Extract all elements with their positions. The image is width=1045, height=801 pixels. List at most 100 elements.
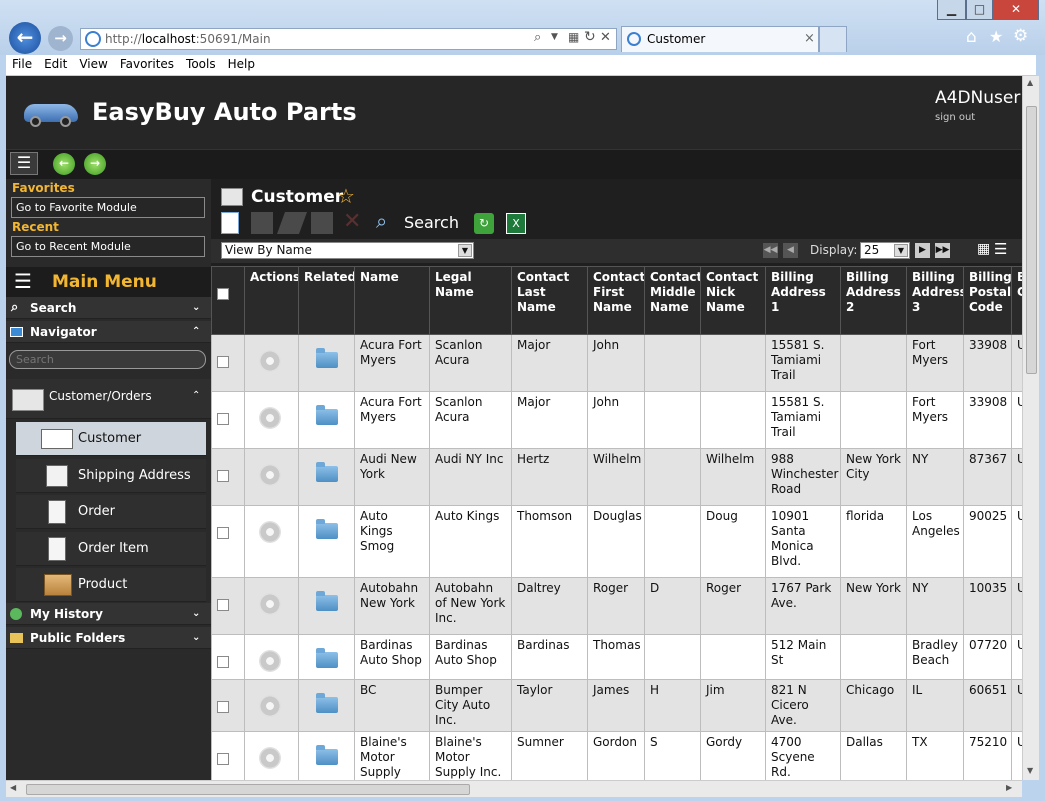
sidebar-public-folders-section[interactable]: Public Folders ⌄ <box>6 627 211 649</box>
actions-gear-icon[interactable] <box>259 407 281 429</box>
related-folder-icon[interactable] <box>316 405 338 425</box>
compatibility-icon[interactable]: ▦ <box>568 30 579 44</box>
row-checkbox[interactable] <box>217 470 229 482</box>
row-checkbox[interactable] <box>217 701 229 713</box>
sidebar-item-order-item[interactable]: Order Item <box>16 532 206 566</box>
dropdown-arrow-icon[interactable]: ▼ <box>458 244 472 257</box>
table-row[interactable]: Audi New York Audi NY Inc Hertz Wilhelm Wilh… <box>211 448 1022 506</box>
scroll-down-arrow-icon[interactable]: ▼ <box>1027 766 1033 775</box>
tools-gear-icon[interactable]: ⚙ <box>1013 26 1028 46</box>
actions-gear-icon[interactable] <box>259 521 281 543</box>
column-header[interactable]: Billing Address 3 <box>906 266 964 335</box>
actions-gear-icon[interactable] <box>259 350 281 372</box>
nav-back-icon[interactable]: ← <box>53 153 75 175</box>
excel-export-icon[interactable]: X <box>506 213 526 234</box>
table-row[interactable]: Bardinas Auto Shop Bardinas Auto Shop Bard… <box>211 634 1022 680</box>
actions-gear-icon[interactable] <box>259 593 281 615</box>
navigator-search-input[interactable] <box>9 350 206 369</box>
view-select[interactable]: View By Name ▼ <box>221 242 474 259</box>
related-folder-icon[interactable] <box>316 348 338 368</box>
column-header[interactable]: Name <box>354 266 430 335</box>
vertical-scrollbar[interactable]: ▲ ▼ <box>1022 76 1039 780</box>
nav-forward-icon[interactable]: → <box>84 153 106 175</box>
menu-view[interactable]: View <box>73 55 113 73</box>
favorite-star-icon[interactable]: ☆ <box>337 184 355 208</box>
close-window-button[interactable]: ✕ <box>993 0 1039 20</box>
minimize-button[interactable]: ▁ <box>937 0 966 20</box>
new-tab-button[interactable] <box>819 26 847 52</box>
first-page-icon[interactable]: ◀◀ <box>763 243 778 258</box>
column-header[interactable]: Billing Address 2 <box>840 266 907 335</box>
table-row[interactable]: Acura Fort Myers Scanlon Acura Major John 15… <box>211 334 1022 392</box>
dropdown-arrow-icon[interactable]: ▼ <box>894 244 908 257</box>
menu-favorites[interactable]: Favorites <box>114 55 180 73</box>
related-folder-icon[interactable] <box>316 745 338 765</box>
sidebar-item-shipping-address[interactable]: Shipping Address <box>16 459 206 493</box>
tab-close-icon[interactable]: × <box>804 31 815 46</box>
related-folder-icon[interactable] <box>316 591 338 611</box>
actions-gear-icon[interactable] <box>259 650 281 672</box>
hamburger-menu-icon[interactable]: ☰ <box>10 152 38 175</box>
main-menu-header[interactable]: ☰ Main Menu <box>6 267 211 297</box>
column-header[interactable]: Related <box>298 266 355 335</box>
actions-gear-icon[interactable] <box>259 747 281 769</box>
recent-module-select[interactable]: Go to Recent Module <box>11 236 205 257</box>
menu-edit[interactable]: Edit <box>38 55 73 73</box>
scroll-up-arrow-icon[interactable]: ▲ <box>1027 78 1033 87</box>
column-header[interactable]: Contact Middle Name <box>644 266 701 335</box>
menu-file[interactable]: File <box>6 55 38 73</box>
forward-button[interactable]: → <box>48 26 73 51</box>
sidebar-navigator-section[interactable]: Navigator ⌃ <box>6 321 211 343</box>
table-row[interactable]: Blaine's Motor Supply Blaine's Motor Supp… <box>211 731 1022 780</box>
column-header[interactable]: Contact Nick Name <box>700 266 766 335</box>
display-count-select[interactable]: 25 ▼ <box>860 242 910 259</box>
related-folder-icon[interactable] <box>316 462 338 482</box>
related-folder-icon[interactable] <box>316 693 338 713</box>
column-header[interactable]: Contact Last Name <box>511 266 588 335</box>
search-magnifier-icon[interactable]: ⌕ <box>376 209 387 233</box>
column-header[interactable]: Contact First Name <box>587 266 645 335</box>
select-all-checkbox[interactable] <box>217 288 229 300</box>
sidebar-item-order[interactable]: Order <box>16 495 206 529</box>
sign-out-link[interactable]: sign out <box>935 112 975 123</box>
related-folder-icon[interactable] <box>316 519 338 539</box>
menu-help[interactable]: Help <box>222 55 261 73</box>
row-checkbox[interactable] <box>217 599 229 611</box>
refresh-icon[interactable]: ↻ <box>474 213 494 234</box>
actions-gear-icon[interactable] <box>259 464 281 486</box>
vertical-scroll-thumb[interactable] <box>1026 106 1037 374</box>
refresh-icon[interactable]: ↻ <box>584 29 596 45</box>
column-header[interactable]: Billing Address 1 <box>765 266 841 335</box>
table-row[interactable]: Acura Fort Myers Scanlon Acura Major John 15… <box>211 391 1022 449</box>
back-button[interactable]: ← <box>9 22 41 54</box>
column-header[interactable]: Legal Name <box>429 266 512 335</box>
address-bar[interactable]: http://localhost:50691/Main ⌕ ▼ ▦ ↻ ✕ <box>80 28 617 50</box>
stop-icon[interactable]: ✕ <box>600 30 611 45</box>
scroll-left-arrow-icon[interactable]: ◀ <box>10 783 16 792</box>
table-row[interactable]: BC Bumper City Auto Inc. Taylor James H Jim 82… <box>211 679 1022 732</box>
sidebar-item-product[interactable]: Product <box>16 568 206 602</box>
sidebar-group-customer-orders[interactable]: Customer/Orders ⌃ <box>6 379 211 419</box>
row-checkbox[interactable] <box>217 656 229 668</box>
home-icon[interactable]: ⌂ <box>966 27 977 47</box>
sidebar-item-customer[interactable]: Customer <box>16 422 206 456</box>
dropdown-arrow-icon[interactable]: ▼ <box>551 32 558 42</box>
table-row[interactable]: Autobahn New York Autobahn of New York In… <box>211 577 1022 635</box>
list-view-icon[interactable]: ☰ <box>994 240 1007 258</box>
table-row[interactable]: Auto Kings Smog Auto Kings Thomson Douglas D… <box>211 505 1022 578</box>
grid-view-icon[interactable]: ▦ <box>977 241 990 257</box>
browser-tab[interactable]: Customer × <box>621 26 819 52</box>
row-checkbox[interactable] <box>217 413 229 425</box>
last-page-icon[interactable]: ▶▶ <box>935 243 950 258</box>
menu-tools[interactable]: Tools <box>180 55 222 73</box>
column-header[interactable]: Billing Postal Code <box>963 266 1012 335</box>
new-record-icon[interactable] <box>221 212 239 234</box>
favorites-star-icon[interactable]: ★ <box>989 27 1003 46</box>
search-icon[interactable]: ⌕ <box>534 30 541 45</box>
actions-gear-icon[interactable] <box>259 695 281 717</box>
horizontal-scroll-thumb[interactable] <box>26 784 470 795</box>
horizontal-scrollbar[interactable]: ◀ ▶ <box>6 780 1022 797</box>
sidebar-history-section[interactable]: My History ⌄ <box>6 603 211 625</box>
sidebar-search-section[interactable]: ⌕ Search ⌄ <box>6 297 211 319</box>
prev-page-icon[interactable]: ◀ <box>783 243 798 258</box>
